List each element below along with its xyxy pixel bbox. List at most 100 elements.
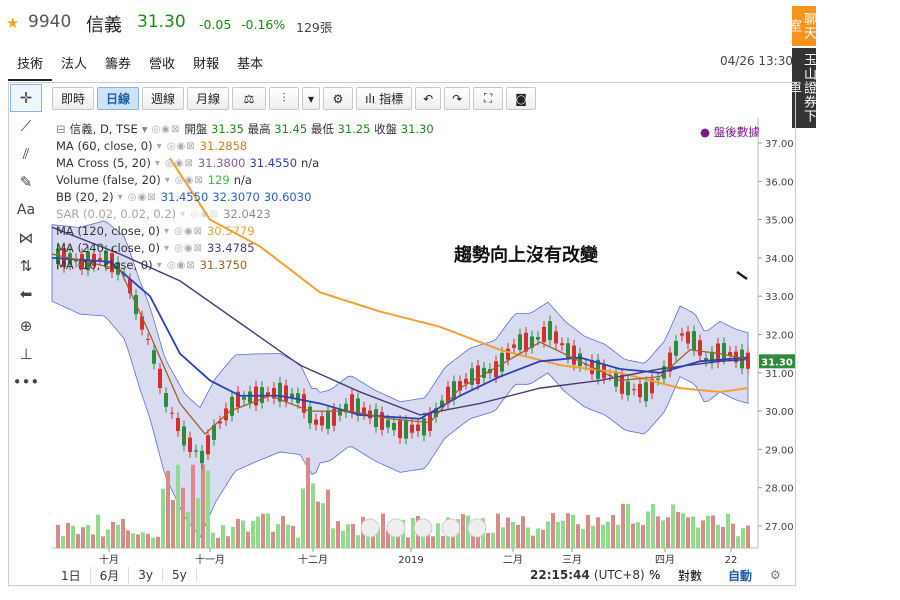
tab-technical[interactable]: 技術 <box>8 50 53 81</box>
zoom-icon[interactable]: ⊕ <box>10 312 42 340</box>
open-label: 開盤 <box>184 122 208 136</box>
clock-time: 22:15:44 <box>530 568 590 582</box>
auto-scale-button[interactable]: 自動 <box>728 567 752 584</box>
daily-button[interactable]: 日線 <box>97 87 140 110</box>
macross-v1: 31.3800 <box>197 156 246 170</box>
ma120-label: MA (120, close, 0) <box>56 224 160 238</box>
macross-label: MA Cross (5, 20) <box>56 156 151 170</box>
range-6m[interactable]: 6月 <box>91 566 130 584</box>
redo-icon[interactable]: ↷ <box>444 87 471 110</box>
stock-name: 信義 <box>86 15 122 36</box>
clock-readout: 22:15:44 (UTC+8) <box>530 568 645 582</box>
macross-v3: n/a <box>301 156 320 170</box>
chatroom-tab[interactable]: 聊天室 <box>786 6 816 46</box>
open-value: 31.35 <box>211 122 244 136</box>
range-3y[interactable]: 3y <box>129 568 164 582</box>
low-value: 31.25 <box>337 122 371 136</box>
ma240-label: MA (240, close, 0) <box>56 241 160 255</box>
low-label: 最低 <box>310 122 334 136</box>
weekly-button[interactable]: 週線 <box>142 87 185 110</box>
bb-label: BB (20, 2) <box>56 190 114 204</box>
trendline-icon[interactable]: ⟋ <box>10 112 42 140</box>
settings-gear-icon[interactable]: ⚙ <box>323 87 354 110</box>
tab-margin[interactable]: 籌券 <box>96 50 140 81</box>
range-1d[interactable]: 1日 <box>52 566 91 584</box>
high-value: 31.45 <box>274 122 308 136</box>
indicator-legend: ⊟ 信義, D, TSE ▾ ◎◉⊠ 開盤 31.35 最高 31.45 最低 31.… <box>56 121 434 274</box>
percent-scale-button[interactable]: % <box>649 568 660 582</box>
high-label: 最高 <box>247 122 271 136</box>
ma60-icons[interactable]: ▾ ◎◉⊠ <box>157 138 196 155</box>
nav-tabs: 技術 法人 籌券 營收 財報 基本 <box>8 50 272 81</box>
chart-toolbar: 即時 日線 週線 月線 ⚖ ⫶ ▾ ⚙ ılı 指標 ↶ ↷ ⛶ ◙ <box>52 87 537 110</box>
ma120-icons[interactable]: ▾ ◎◉⊠ <box>164 223 203 240</box>
price-change-pct: -0.16% <box>241 17 286 32</box>
ma10-label: MA (10, close, 0) <box>56 258 153 272</box>
arrow-left-icon[interactable]: ⬅ <box>10 280 42 308</box>
ma240-value: 33.4785 <box>206 241 255 255</box>
sar-value: 32.0423 <box>223 207 271 221</box>
chevron-down-icon[interactable]: ▾ <box>302 87 321 110</box>
crosshair-icon[interactable]: ✛ <box>10 84 42 112</box>
stock-price: 31.30 <box>137 12 186 32</box>
ma10-icons[interactable]: ▾ ◎◉⊠ <box>157 257 196 274</box>
stock-code: 9940 <box>28 12 72 32</box>
legend-main: 信義, D, TSE <box>69 122 138 136</box>
measure-icon[interactable]: ⇅ <box>10 252 42 280</box>
after-hours-data-link[interactable]: ● 盤後數據 <box>700 124 760 140</box>
ma60-label: MA (60, close, 0) <box>56 139 153 153</box>
compare-scale-icon[interactable]: ⚖ <box>232 87 267 110</box>
tab-institutional[interactable]: 法人 <box>52 50 96 81</box>
volume-v2: n/a <box>233 173 252 187</box>
bb-v1: 31.4550 <box>160 190 209 204</box>
pattern-icon[interactable]: ⋈ <box>10 224 42 252</box>
last-update-time: 04/26 13:30 <box>720 54 793 68</box>
text-tool-icon[interactable]: Aa <box>10 196 42 224</box>
clock-tz: (UTC+8) <box>593 568 645 582</box>
ma240-icons[interactable]: ▾ ◎◉⊠ <box>164 240 203 257</box>
monthly-button[interactable]: 月線 <box>187 87 230 110</box>
sar-icons[interactable]: ▾ ◎◉⊠ <box>180 206 219 223</box>
volume-icons[interactable]: ▾ ◎◉⊠ <box>165 172 204 189</box>
tab-financials[interactable]: 財報 <box>184 50 228 81</box>
close-label: 收盤 <box>374 122 398 136</box>
indicators-icon: ılı <box>365 91 376 106</box>
legend-icons[interactable]: ◎◉⊠ <box>152 121 181 138</box>
ruler-icon[interactable]: ⊥ <box>10 340 42 368</box>
bb-v2: 32.3070 <box>212 190 260 204</box>
undo-icon[interactable]: ↶ <box>415 87 442 110</box>
collapse-icon[interactable]: ⊟ <box>56 121 66 138</box>
range-5y[interactable]: 5y <box>163 568 197 582</box>
bb-icons[interactable]: ▾ ◎◉⊠ <box>118 189 157 206</box>
log-scale-button[interactable]: 對數 <box>678 567 702 584</box>
favorite-star-icon[interactable]: ★ <box>6 14 19 32</box>
chart-annotation: 趨勢向上沒有改變 <box>454 245 598 266</box>
price-change: -0.05 <box>199 17 232 32</box>
volume-lots: 129張 <box>296 20 333 35</box>
macross-v2: 31.4550 <box>249 156 298 170</box>
scale-settings-gear-icon[interactable]: ⚙ <box>770 568 781 582</box>
drawing-toolbar: ✛ ⟋ ⫽ ✎ Aa ⋈ ⇅ ⬅ ⊕ ⊥ ••• <box>8 84 46 391</box>
intraday-button[interactable]: 即時 <box>52 87 95 110</box>
fullscreen-icon[interactable]: ⛶ <box>473 87 504 110</box>
ma10-value: 31.3750 <box>199 258 248 272</box>
camera-icon[interactable]: ◙ <box>506 87 537 110</box>
fib-icon[interactable]: ⫽ <box>10 140 42 168</box>
ma120-value: 30.5779 <box>206 224 255 238</box>
dropdown-icon[interactable]: ▾ <box>142 121 148 138</box>
brush-icon[interactable]: ✎ <box>10 168 42 196</box>
volume-v1: 129 <box>207 173 230 187</box>
volume-label: Volume (false, 20) <box>56 173 161 187</box>
ma60-value: 31.2858 <box>199 139 248 153</box>
tab-fundamentals[interactable]: 基本 <box>228 50 272 81</box>
indicators-label: 指標 <box>379 92 404 106</box>
candle-type-icon[interactable]: ⫶ <box>269 87 300 110</box>
more-icon[interactable]: ••• <box>10 368 42 396</box>
close-value: 31.30 <box>400 122 434 136</box>
bb-v3: 30.6030 <box>263 190 312 204</box>
macross-icons[interactable]: ▾ ◎◉⊠ <box>155 155 194 172</box>
indicators-button[interactable]: ılı 指標 <box>356 87 413 110</box>
sar-label: SAR (0.02, 0.02, 0.2) <box>56 207 177 221</box>
chart-bottom-bar: 1日 6月 3y 5y 22:15:44 (UTC+8) % 對數 自動 ⚙ <box>52 566 792 584</box>
tab-revenue[interactable]: 營收 <box>140 50 184 81</box>
